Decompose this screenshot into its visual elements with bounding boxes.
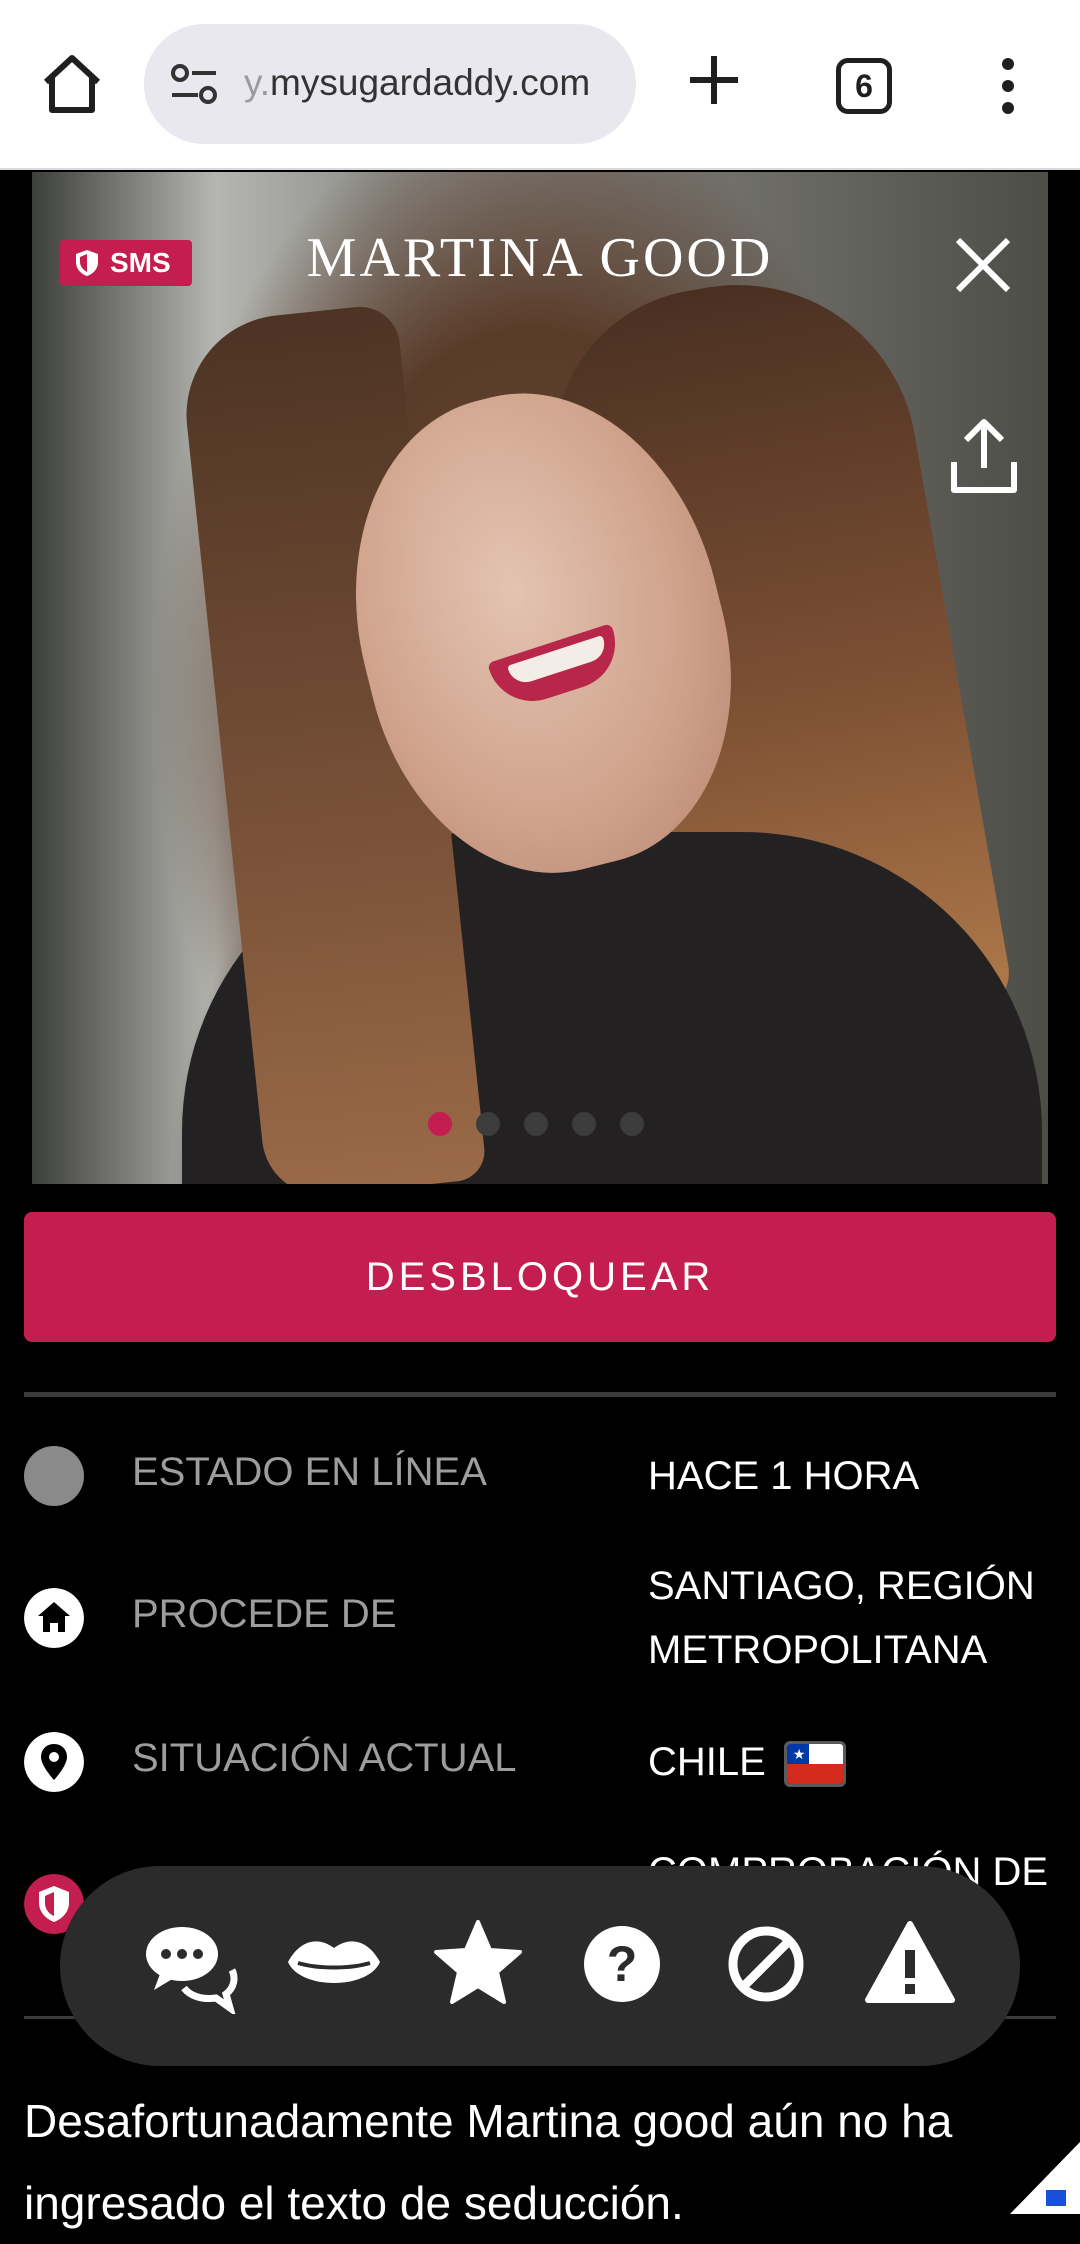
- kiss-button[interactable]: [284, 1914, 384, 2014]
- help-button[interactable]: ?: [572, 1914, 672, 2014]
- share-icon[interactable]: [948, 418, 1020, 496]
- kiss-icon: [288, 1941, 380, 1983]
- row-value-online-status: HACE 1 HORA: [648, 1454, 920, 1498]
- warning-icon: [865, 1921, 955, 2003]
- help-icon: ?: [584, 1926, 660, 2002]
- pagination-dot[interactable]: [620, 1112, 644, 1136]
- url-fade: y.: [244, 62, 271, 103]
- sms-verified-badge: SMS: [60, 240, 192, 286]
- report-button[interactable]: [860, 1914, 960, 2014]
- more-menu-icon[interactable]: [992, 56, 1024, 116]
- home-icon: [24, 1588, 84, 1648]
- block-icon: [728, 1926, 804, 2002]
- close-icon[interactable]: [952, 234, 1014, 296]
- chat-button[interactable]: [140, 1914, 240, 2017]
- new-tab-icon[interactable]: [686, 52, 742, 108]
- row-value-origin: SANTIAGO, REGIÓN METROPOLITANA: [648, 1564, 1035, 1672]
- star-icon: [434, 1920, 522, 2004]
- row-label-origin: PROCEDE DE: [132, 1592, 397, 1636]
- unlock-button[interactable]: DESBLOQUEAR: [24, 1212, 1056, 1342]
- home-icon[interactable]: [38, 50, 106, 118]
- row-value-current-location: CHILE ★: [648, 1730, 1068, 1794]
- badge-label: SMS: [110, 247, 171, 278]
- row-label-online-status: ESTADO EN LÍNEA: [132, 1450, 487, 1494]
- url-host: mysugardaddy.com: [270, 62, 591, 103]
- profile-name: MARTINA GOOD: [306, 227, 774, 289]
- shield-icon: [76, 250, 98, 276]
- status-dot-icon: [24, 1446, 84, 1506]
- tab-switcher-button[interactable]: 6: [836, 58, 892, 114]
- address-bar[interactable]: y.mysugardaddy.com: [144, 24, 636, 144]
- pagination-dot[interactable]: [428, 1112, 452, 1136]
- url-text: y.mysugardaddy.com: [244, 62, 624, 108]
- favorite-button[interactable]: [428, 1914, 528, 2014]
- corner-fold-icon[interactable]: [1010, 2142, 1080, 2214]
- chile-flag-icon: ★: [783, 1741, 846, 1788]
- profile-photo[interactable]: [32, 172, 1048, 1184]
- country-name: CHILE: [648, 1740, 766, 1784]
- chat-icon: [146, 1927, 238, 2017]
- svg-text:?: ?: [607, 1936, 638, 1992]
- pagination-dot[interactable]: [476, 1112, 500, 1136]
- browser-toolbar: y.mysugardaddy.com 6: [0, 0, 1080, 170]
- row-label-current-location: SITUACIÓN ACTUAL: [132, 1736, 517, 1780]
- divider: [24, 1392, 1056, 1397]
- bio-text: Desafortunadamente Martina good aún no h…: [24, 2095, 953, 2229]
- action-dock: ?: [60, 1866, 1020, 2066]
- block-button[interactable]: [716, 1914, 816, 2014]
- pagination-dot[interactable]: [524, 1112, 548, 1136]
- site-settings-icon[interactable]: [168, 58, 220, 110]
- pagination-dot[interactable]: [572, 1112, 596, 1136]
- location-pin-icon: [24, 1732, 84, 1792]
- photo-pagination: [428, 1112, 658, 1138]
